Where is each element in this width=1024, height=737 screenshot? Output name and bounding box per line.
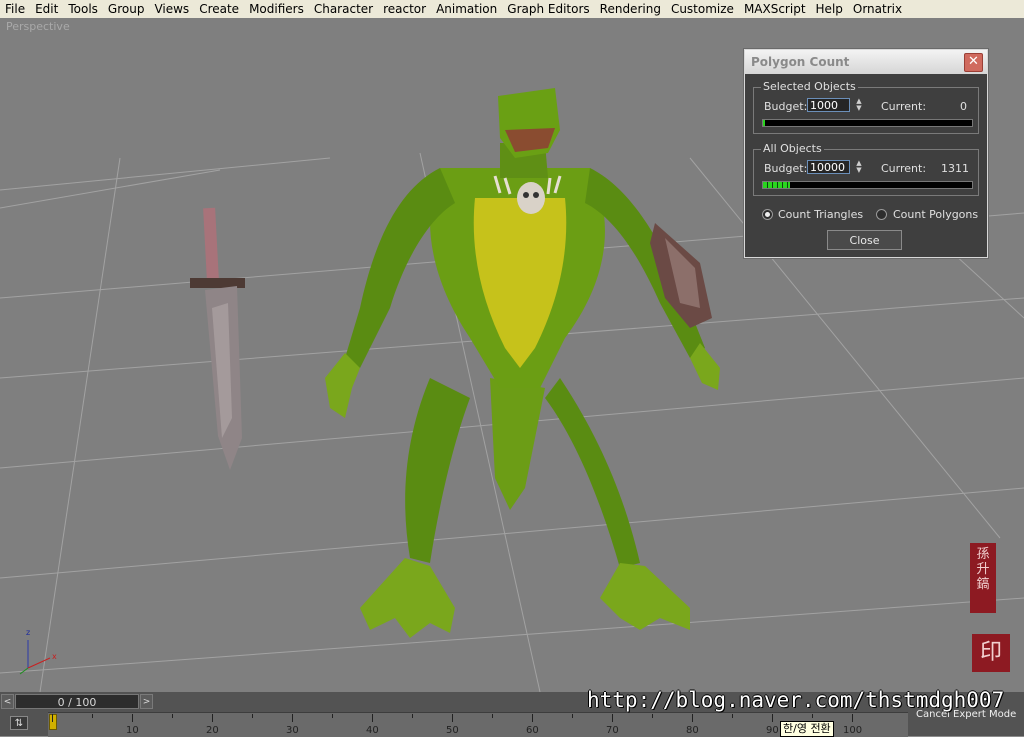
- selected-budget-spinner[interactable]: ▲ ▼: [854, 98, 864, 112]
- selected-current-label: Current:: [881, 100, 927, 113]
- all-budget-spinner[interactable]: ▲ ▼: [854, 160, 864, 174]
- tick-line: [652, 714, 653, 718]
- menu-file[interactable]: File: [0, 0, 30, 18]
- tick-line: [452, 714, 453, 722]
- menu-edit[interactable]: Edit: [30, 0, 63, 18]
- tick-line: [732, 714, 733, 718]
- tick-label: 60: [526, 725, 539, 736]
- tick-line: [812, 714, 813, 718]
- menu-help[interactable]: Help: [811, 0, 848, 18]
- tick-line: [172, 714, 173, 718]
- tick-line: [92, 714, 93, 718]
- next-frame-arrow[interactable]: >: [140, 694, 153, 709]
- tick-label: 70: [606, 725, 619, 736]
- tick-label: 30: [286, 725, 299, 736]
- tick-line: [852, 714, 853, 722]
- key-mode-icon[interactable]: ⇅: [10, 716, 28, 730]
- selected-current-value: 0: [960, 100, 967, 113]
- dialog-title: Polygon Count: [751, 55, 850, 69]
- axis-z-label: z: [26, 628, 31, 637]
- track-bar[interactable]: [48, 712, 908, 737]
- selected-objects-label: Selected Objects: [761, 80, 858, 93]
- tick-label: 100: [843, 725, 863, 736]
- selected-objects-group: Selected Objects Budget: 1000 ▲ ▼ Current…: [753, 80, 979, 134]
- menu-modifiers[interactable]: Modifiers: [244, 0, 309, 18]
- menu-tools[interactable]: Tools: [63, 0, 103, 18]
- ime-toggle-tooltip: 한/영 전환: [780, 721, 834, 737]
- sword-model: [190, 207, 245, 470]
- tick-line: [212, 714, 213, 722]
- tick-line: [572, 714, 573, 718]
- selected-progress-bar: [762, 119, 973, 127]
- tick-line: [532, 714, 533, 722]
- all-current-value: 1311: [941, 162, 969, 175]
- menu-animation[interactable]: Animation: [431, 0, 502, 18]
- close-button[interactable]: Close: [827, 230, 902, 250]
- tick-label: 10: [126, 725, 139, 736]
- tick-label: 50: [446, 725, 459, 736]
- menu-character[interactable]: Character: [309, 0, 378, 18]
- tick-line: [612, 714, 613, 722]
- menu-ornatrix[interactable]: Ornatrix: [848, 0, 907, 18]
- count-polygons-label[interactable]: Count Polygons: [893, 208, 978, 221]
- prev-frame-arrow[interactable]: <: [1, 694, 14, 709]
- red-seal-stamp: 孫升鎬: [970, 543, 996, 613]
- count-triangles-label[interactable]: Count Triangles: [778, 208, 863, 221]
- tick-line: [692, 714, 693, 722]
- close-icon[interactable]: ✕: [964, 53, 983, 72]
- menu-views[interactable]: Views: [149, 0, 194, 18]
- all-budget-label: Budget:: [764, 162, 808, 175]
- tick-line: [292, 714, 293, 722]
- lizardman-model: [325, 88, 720, 638]
- menu-maxscript[interactable]: MAXScript: [739, 0, 811, 18]
- menu-reactor[interactable]: reactor: [378, 0, 431, 18]
- seal-top-text: 孫升鎬: [976, 547, 990, 592]
- axis-x-label: x: [52, 652, 57, 661]
- tick-label: 90: [766, 725, 779, 736]
- tick-label: 20: [206, 725, 219, 736]
- menu-rendering[interactable]: Rendering: [595, 0, 666, 18]
- menu-customize[interactable]: Customize: [666, 0, 739, 18]
- tick-line: [132, 714, 133, 722]
- tick-line: [332, 714, 333, 718]
- selected-progress-fill: [763, 120, 766, 126]
- all-progress-bar: [762, 181, 973, 189]
- selected-budget-label: Budget:: [764, 100, 808, 113]
- tick-line: [52, 714, 53, 722]
- polygon-count-dialog: Polygon Count ✕ Selected Objects Budget:…: [744, 49, 988, 258]
- time-slider[interactable]: 0 / 100: [15, 694, 139, 709]
- tick-line: [372, 714, 373, 722]
- selected-budget-input[interactable]: 1000: [807, 98, 850, 112]
- all-objects-label: All Objects: [761, 142, 824, 155]
- dialog-titlebar[interactable]: Polygon Count: [745, 50, 987, 74]
- menu-group[interactable]: Group: [103, 0, 150, 18]
- tick-line: [772, 714, 773, 722]
- all-objects-group: All Objects Budget: 10000 ▲ ▼ Current: 13…: [753, 142, 979, 196]
- tick-label: 40: [366, 725, 379, 736]
- blog-watermark: http://blog.naver.com/thstmdgh007: [587, 688, 1005, 712]
- menu-create[interactable]: Create: [194, 0, 244, 18]
- red-seal-small: 印: [972, 634, 1010, 672]
- count-polygons-radio[interactable]: [876, 209, 887, 220]
- count-triangles-radio[interactable]: [762, 209, 773, 220]
- viewport-label[interactable]: Perspective: [6, 20, 70, 33]
- tick-line: [492, 714, 493, 718]
- tick-line: [252, 714, 253, 718]
- all-progress-fill: [763, 182, 791, 188]
- seal-bottom-text: 印: [979, 640, 1002, 665]
- current-frame-marker[interactable]: [49, 714, 57, 730]
- tick-line: [412, 714, 413, 718]
- menu-bar: File Edit Tools Group Views Create Modif…: [0, 0, 1024, 18]
- tick-label: 80: [686, 725, 699, 736]
- menu-graph-editors[interactable]: Graph Editors: [502, 0, 594, 18]
- all-current-label: Current:: [881, 162, 927, 175]
- all-budget-input[interactable]: 10000: [807, 160, 850, 174]
